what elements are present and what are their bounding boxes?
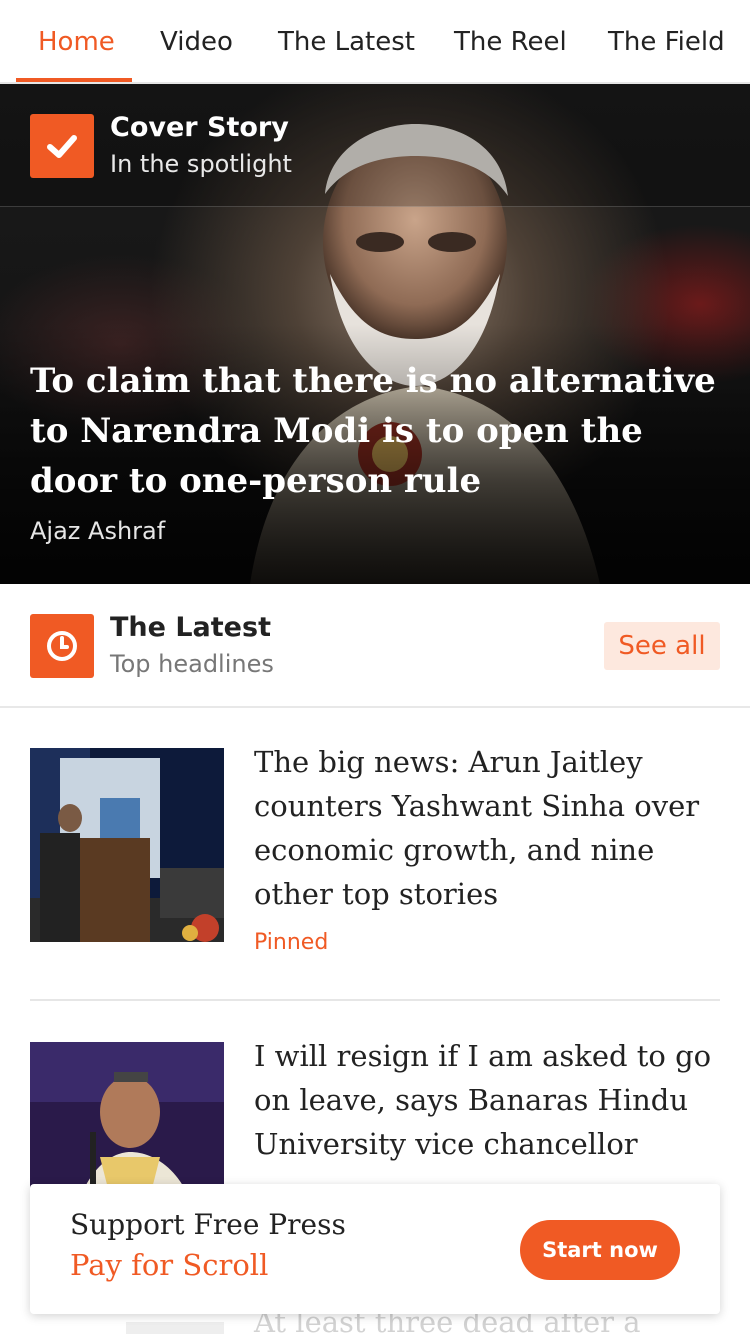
support-line-1: Support Free Press	[70, 1208, 346, 1241]
tab-the-latest[interactable]: The Latest	[278, 0, 415, 82]
list-item[interactable]: The big news: Arun Jaitley counters Yash…	[30, 745, 720, 978]
see-all-button[interactable]: See all	[604, 622, 720, 670]
pinned-tag: Pinned	[254, 930, 329, 955]
tab-home[interactable]: Home	[38, 0, 115, 82]
start-now-button[interactable]: Start now	[520, 1220, 680, 1280]
top-nav: Home Video The Latest The Reel The Field	[0, 0, 750, 84]
tab-the-reel[interactable]: The Reel	[454, 0, 567, 82]
cover-headline[interactable]: To claim that there is no alternative to…	[30, 356, 730, 506]
article-title[interactable]: I will resign if I am asked to go on lea…	[254, 1034, 724, 1166]
cover-author: Ajaz Ashraf	[30, 517, 166, 545]
article-thumbnail	[126, 1322, 224, 1334]
clock-icon	[30, 614, 94, 678]
cover-story-card[interactable]: Cover Story In the spotlight To claim th…	[0, 84, 750, 584]
divider	[30, 999, 720, 1001]
support-banner: Support Free Press Pay for Scroll Start …	[30, 1184, 720, 1314]
tab-the-field[interactable]: The Field	[608, 0, 725, 82]
tab-video[interactable]: Video	[160, 0, 233, 82]
checkmark-icon	[30, 114, 94, 178]
cover-story-title: Cover Story	[110, 112, 289, 143]
article-thumbnail	[30, 748, 224, 942]
latest-section-header: The Latest Top headlines See all	[0, 584, 750, 708]
latest-title: The Latest	[110, 612, 271, 643]
cover-story-subtitle: In the spotlight	[110, 150, 292, 178]
latest-subtitle: Top headlines	[110, 650, 274, 678]
support-line-2: Pay for Scroll	[70, 1248, 269, 1282]
article-title[interactable]: The big news: Arun Jaitley counters Yash…	[254, 740, 724, 916]
cover-story-header: Cover Story In the spotlight	[0, 84, 750, 207]
active-tab-indicator	[16, 78, 132, 82]
